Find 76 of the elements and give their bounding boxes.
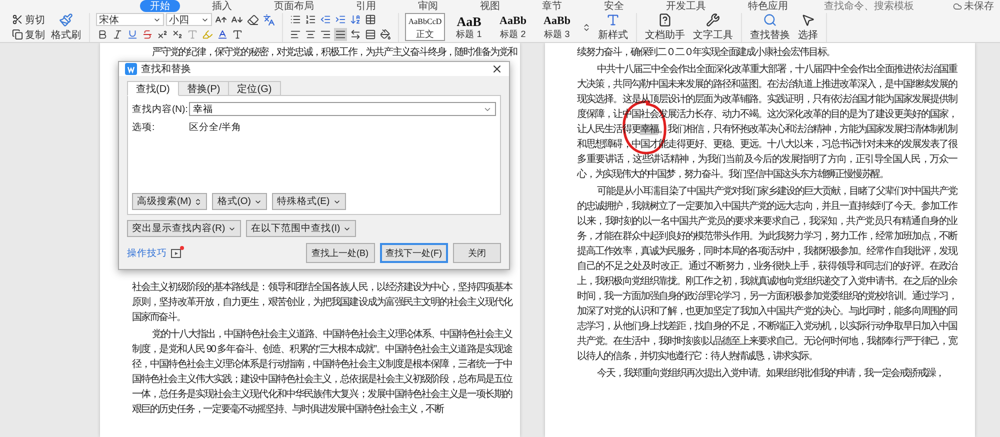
search-icon xyxy=(763,12,777,26)
menu-tab[interactable]: 章节 xyxy=(532,0,572,12)
paragraph-text: 严守党的纪律，保守党的秘密，对党忠诚，积极工作，为共产主义奋斗终身，随时准备为党和 xyxy=(151,46,517,60)
paragraph-text: 党的十八大指出，中国特色社会主义道路、中国特色社会主义理论体系、中国特色社会主义制度，是党和人民 90 多年奋斗、创造、积累的“三大根本成就”。中国特色社会主义道路是实现途径，中国特色社会主义理论体系是行动指南，中国特色社会主义制度是根本保障，三者统一于中国特色社会主义伟大实践；建设中国特色社会主义，总依据是社会主义初级阶段，总布局是五位一体，总任务是实现社会主义现代化和中华民族伟大复兴；发展中国特色社会主义是一项长期的艰巨的历史任务，一定要毫不动摇坚持、与时俱进发展中国特色社会主义，不断 xyxy=(132,328,512,417)
sort-icon[interactable] xyxy=(349,13,362,26)
style-preset[interactable]: AaBb 标题 2 xyxy=(493,13,533,41)
dialog-button[interactable]: 查找上一处(B) xyxy=(306,243,374,263)
cut-button[interactable]: 剪切 xyxy=(12,13,45,26)
menu-tab[interactable]: 引用 xyxy=(346,0,386,12)
document-icon xyxy=(658,12,672,26)
up-down-icon xyxy=(194,198,202,206)
save-status: 未保存 xyxy=(953,0,994,12)
paragraph-text: 可能是从小耳濡目染了中国共产党对我们家乡建设的巨大贡献，目睹了父辈们对中国共产党的忠诚拥护，我就树立了一定要加入中国共产党的远大志向，并且一直持续到了今天。参加工作以来，我时刻的以一名中国共产党员的要求来要求自己，我深知，共产党员只有精通自身的业务，才能在群众中起到良好的模范带头作用。为此我努力学习，努力工作，经常加班加点，不断提高工作效率，真诚为民服务，同时本局的各项活动中，我都积极参加。经常作自我批评，发现自己的不足之处及时改正。通过不断努力，业务很快上手，获得领导和同志们的好评。在政治上，我积极向党组织靠拢。刚工作之初，我就真诚地向党组织递交了入党申请书。在之后的业余时间，我一方面加强自身的政治理论学习，另一方面积极参加党委组织的党校培训。通过学习，加深了对党的认识和了解，也更加坚定了我加入中国共产党的决心。与此同时，能多向周围的同志学习，从他们身上找差距，找自身的不足，不断端正入党动机，以实际行动争取早日加入中国共产党。在生活中，我时时刻刻以品德至上来要求自己。无论何时何地，我都奉行严于律己，宽以待人的信条，并切实地遵行它：待人热情诚恳，讲求实际。 xyxy=(577,184,957,364)
cloud-icon xyxy=(953,2,962,10)
close-icon[interactable] xyxy=(491,63,503,75)
indent-icon[interactable] xyxy=(334,13,347,26)
dialog-tab[interactable]: 替换(P) xyxy=(178,81,230,96)
menu-button[interactable]: 特殊格式(E) xyxy=(272,193,346,210)
format-painter-button[interactable]: 格式刷 xyxy=(49,12,83,42)
select-button[interactable]: 选择 xyxy=(796,12,820,42)
italic-icon[interactable] xyxy=(111,28,124,41)
dropdown-button[interactable]: 突出显示查找内容(R) xyxy=(127,220,242,237)
font-size-select[interactable]: 小四 xyxy=(166,13,212,26)
menu-tab[interactable]: 视图 xyxy=(470,0,510,12)
menu-button[interactable]: 格式(O) xyxy=(212,193,267,210)
paragraph-text: 续努力奋斗，确保到二０二０年实现全面建成小康社会宏伟目标。 xyxy=(577,46,836,60)
dropdown-button[interactable]: 在以下范围中查找(I) xyxy=(246,220,356,237)
strikethrough-icon[interactable] xyxy=(141,28,154,41)
font-color-icon[interactable] xyxy=(216,28,229,41)
outdent-icon[interactable] xyxy=(319,13,332,26)
menu-tab[interactable]: 页面布局 xyxy=(264,0,324,12)
command-search-field[interactable]: 查找命令、搜索模板 xyxy=(824,0,934,12)
paintbrush-icon xyxy=(59,12,73,26)
dialog-title: 查找和替换 xyxy=(141,62,191,76)
menu-tab[interactable]: 开始 xyxy=(140,0,180,12)
options-label: 选项: xyxy=(132,121,156,134)
pointer-icon xyxy=(801,12,815,26)
char-shading-icon[interactable] xyxy=(231,28,244,41)
find-input-field[interactable]: 幸福 xyxy=(189,102,496,116)
style-preset[interactable]: AaB 标题 1 xyxy=(449,13,489,41)
superscript-icon[interactable] xyxy=(156,28,169,41)
scissors-icon xyxy=(12,14,23,25)
eraser-icon[interactable] xyxy=(246,13,260,26)
new-style-button[interactable]: 新样式 xyxy=(596,12,630,42)
copy-icon xyxy=(12,29,23,40)
font-select[interactable]: 宋体 xyxy=(96,13,164,26)
paragraph-text: 今天，我郑重向党组织再次提出入党申请。如果组织批准我的申请，我一定会戒骄戒躁， xyxy=(596,366,946,381)
find-replace-button[interactable]: 查找替换 xyxy=(748,12,792,42)
dialog-button[interactable]: 查找下一处(F) xyxy=(380,243,448,263)
underline-icon[interactable] xyxy=(126,28,139,41)
style-preset[interactable]: AaBb 标题 3 xyxy=(537,13,577,41)
paint-bucket-icon[interactable] xyxy=(379,28,392,41)
paragraph-text: 社会主义初级阶段的基本路线是：领导和团结全国各族人民，以经济建设为中心，坚持四项基本原则，坚持改革开放，自力更生，艰苦创业，为把我国建设成为富强民主文明的社会主义现代化国家而奋斗。 xyxy=(132,280,512,325)
numbered-list-icon[interactable] xyxy=(304,13,317,26)
dialog-button[interactable]: 关闭 xyxy=(453,243,501,263)
style-preset[interactable]: AaBbCcD 正文 xyxy=(405,13,445,41)
dialog-tab[interactable]: 定位(G) xyxy=(228,81,281,96)
letter-icon xyxy=(606,12,620,26)
menu-tab[interactable]: 插入 xyxy=(202,0,242,12)
line-spacing-icon[interactable] xyxy=(364,28,377,41)
copy-button[interactable]: 复制 xyxy=(12,28,45,41)
text-tools-button[interactable]: 文字工具 xyxy=(691,12,735,42)
options-value: 区分全/半角 xyxy=(189,121,242,134)
menu-tab[interactable]: 审阅 xyxy=(408,0,448,12)
table-icon[interactable] xyxy=(364,13,377,26)
menu-tab[interactable]: 安全 xyxy=(594,0,634,12)
wrench-icon xyxy=(706,12,720,26)
advanced-search-button[interactable]: 高级搜索(M) xyxy=(132,193,208,210)
subscript-icon[interactable] xyxy=(171,28,184,41)
menu-tab[interactable]: 开发工具 xyxy=(656,0,716,12)
menu-tab[interactable]: 特色应用 xyxy=(738,0,798,12)
phonetic-icon[interactable] xyxy=(262,13,276,26)
dialog-tab[interactable]: 查找(D) xyxy=(127,81,179,96)
tips-link[interactable]: 操作技巧 xyxy=(127,246,167,260)
find-label: 查找内容(N): xyxy=(132,102,186,116)
doc-assistant-button[interactable]: 文档助手 xyxy=(643,12,687,42)
